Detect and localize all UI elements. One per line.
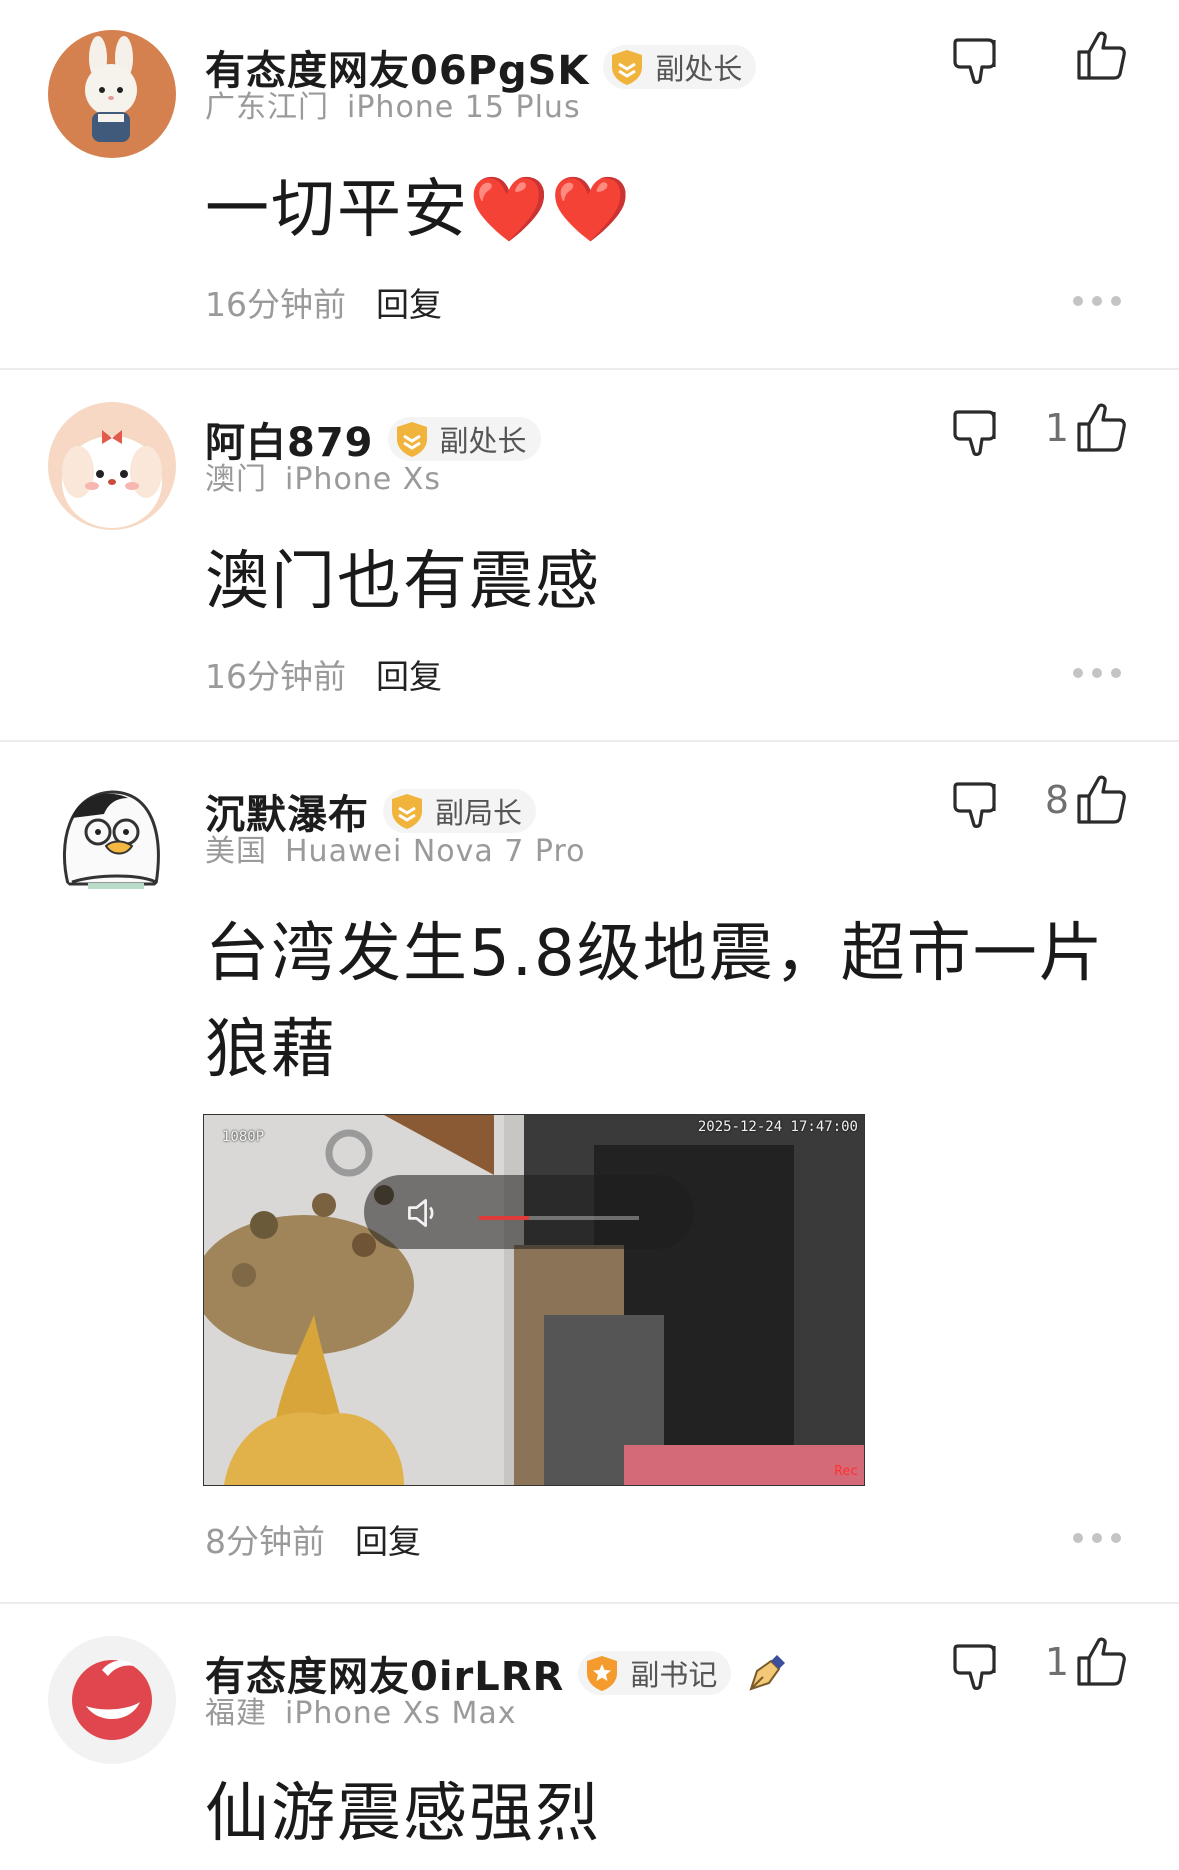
shield-badge-icon xyxy=(392,794,422,829)
device: iPhone Xs xyxy=(285,462,441,497)
fountain-pen-icon xyxy=(749,1655,786,1691)
location: 澳门 xyxy=(205,462,267,497)
shield-badge-icon xyxy=(396,422,427,457)
divider xyxy=(0,1602,1179,1604)
comment-item: 沉默瀑布 副局长 美国 Huawei Nova 7 Pro 8 台湾发生5.8级地… xyxy=(0,744,1179,1604)
dislike-icon[interactable] xyxy=(950,406,1004,460)
puppy-avatar-image xyxy=(48,402,176,530)
user-meta: 广东江门 iPhone 15 Plus xyxy=(205,82,581,126)
like-count: 8 xyxy=(1044,778,1069,822)
location: 美国 xyxy=(205,834,267,869)
rank-badge: 副书记 xyxy=(578,1651,732,1695)
video-rec-label: Rec xyxy=(834,1464,858,1479)
star-badge-icon xyxy=(587,1656,618,1691)
avatar[interactable] xyxy=(48,1636,176,1764)
duck-avatar-image xyxy=(48,774,176,902)
rank-label: 副书记 xyxy=(630,1658,718,1692)
comment-item: 有态度网友06PgSK 副处长 广东江门 iPhone 15 Plus 一切平安❤… xyxy=(0,0,1179,370)
like-control[interactable]: 1 xyxy=(1045,398,1129,458)
device: iPhone Xs Max xyxy=(285,1696,517,1731)
avatar[interactable] xyxy=(48,402,176,530)
more-options-icon[interactable] xyxy=(1073,1532,1121,1544)
like-control[interactable]: 8 xyxy=(1045,770,1129,830)
like-count: 1 xyxy=(1044,1640,1069,1684)
volume-icon[interactable] xyxy=(404,1195,440,1231)
device: iPhone 15 Plus xyxy=(347,90,581,125)
comment-text: 一切平安❤️❤️ xyxy=(205,173,633,247)
comment-item: 阿白879 副处长 澳门 iPhone Xs 1 澳门也有震感 16分钟前 回复 xyxy=(0,372,1179,742)
like-control[interactable]: 1 xyxy=(1045,1632,1129,1692)
divider xyxy=(0,368,1179,370)
reply-button[interactable]: 回复 xyxy=(355,1515,421,1563)
avatar[interactable] xyxy=(48,774,176,902)
location: 广东江门 xyxy=(205,90,329,125)
bunny-avatar-image xyxy=(48,30,176,158)
more-options-icon[interactable] xyxy=(1073,667,1121,679)
user-meta: 福建 iPhone Xs Max xyxy=(205,1688,517,1732)
reply-button[interactable]: 回复 xyxy=(376,650,442,698)
dislike-icon[interactable] xyxy=(950,34,1004,88)
rank-label: 副处长 xyxy=(655,52,743,86)
video-timestamp: 2025-12-24 17:47:00 xyxy=(697,1119,858,1135)
video-frame-image xyxy=(204,1115,864,1485)
dislike-icon[interactable] xyxy=(950,1640,1004,1694)
user-meta: 美国 Huawei Nova 7 Pro xyxy=(205,826,586,870)
like-control[interactable] xyxy=(1069,26,1129,86)
thumbs-up-icon[interactable] xyxy=(1073,772,1129,828)
video-thumbnail[interactable]: 1080P 2025-12-24 17:47:00 Rec xyxy=(203,1114,865,1486)
comment-text: 仙游震感强烈 xyxy=(205,1777,601,1851)
more-options-icon[interactable] xyxy=(1073,295,1121,307)
location: 福建 xyxy=(205,1696,267,1731)
comment-time: 8分钟前 xyxy=(205,1522,325,1561)
video-resolution: 1080P xyxy=(222,1129,265,1145)
app-logo-avatar-image xyxy=(48,1636,176,1764)
avatar[interactable] xyxy=(48,30,176,158)
rank-badge: 副处长 xyxy=(603,45,757,89)
comment-text: 澳门也有震感 xyxy=(205,545,601,619)
comment-text: 台湾发生5.8级地震，超市一片狼藉 xyxy=(205,917,1105,1087)
comment-item: 有态度网友0irLRR 副书记 福建 iPhone Xs Max 1 仙游震感强烈 xyxy=(0,1606,1179,1870)
like-count: 1 xyxy=(1044,406,1069,450)
comment-time: 16分钟前 xyxy=(205,657,346,696)
dislike-icon[interactable] xyxy=(950,778,1004,832)
comment-time: 16分钟前 xyxy=(205,285,346,324)
device: Huawei Nova 7 Pro xyxy=(285,834,586,869)
divider xyxy=(0,740,1179,742)
user-meta: 澳门 iPhone Xs xyxy=(205,454,441,498)
reply-button[interactable]: 回复 xyxy=(376,278,442,326)
thumbs-up-icon[interactable] xyxy=(1073,1634,1129,1690)
thumbs-up-icon[interactable] xyxy=(1073,28,1129,84)
rank-label: 副处长 xyxy=(439,424,527,458)
thumbs-up-icon[interactable] xyxy=(1073,400,1129,456)
shield-badge-icon xyxy=(612,50,643,85)
